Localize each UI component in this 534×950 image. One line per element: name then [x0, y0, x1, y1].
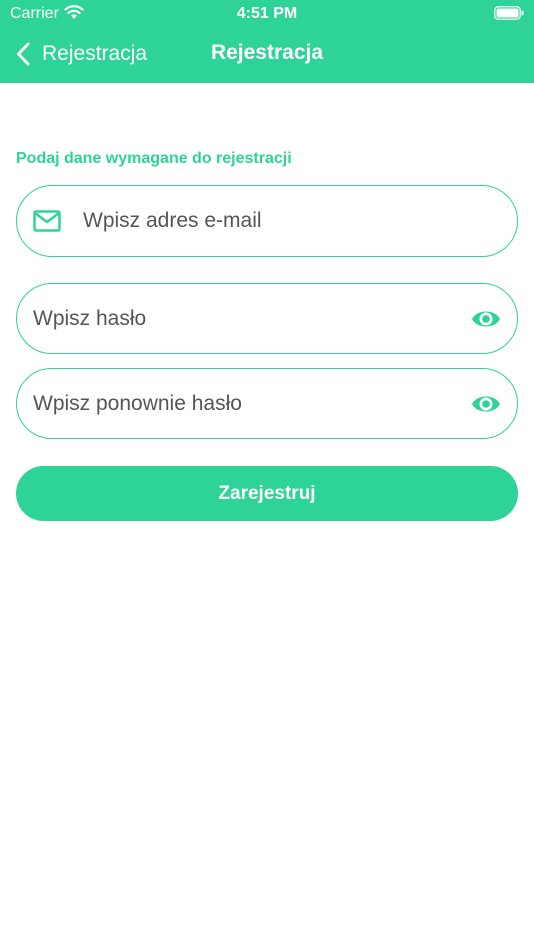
page-title: Rejestracja: [210, 41, 324, 64]
eye-icon[interactable]: [471, 392, 501, 416]
status-bar: Carrier 4:51 PM: [0, 0, 534, 28]
password-repeat-field-container[interactable]: [16, 368, 518, 439]
register-button[interactable]: Zarejestruj: [16, 466, 518, 521]
status-time: 4:51 PM: [236, 5, 298, 22]
email-input[interactable]: [83, 186, 503, 256]
form-section-label: Podaj dane wymagane do rejestracji: [16, 150, 292, 167]
navigation-header: Carrier 4:51 PM Rejestracja Rejestracja: [0, 0, 534, 83]
password-repeat-input[interactable]: [33, 369, 463, 438]
eye-icon[interactable]: [471, 307, 501, 331]
password-input[interactable]: [33, 284, 463, 353]
mail-icon: [33, 210, 61, 232]
email-field-container[interactable]: [16, 185, 518, 257]
password-field-container[interactable]: [16, 283, 518, 354]
battery-icon: [494, 6, 524, 20]
